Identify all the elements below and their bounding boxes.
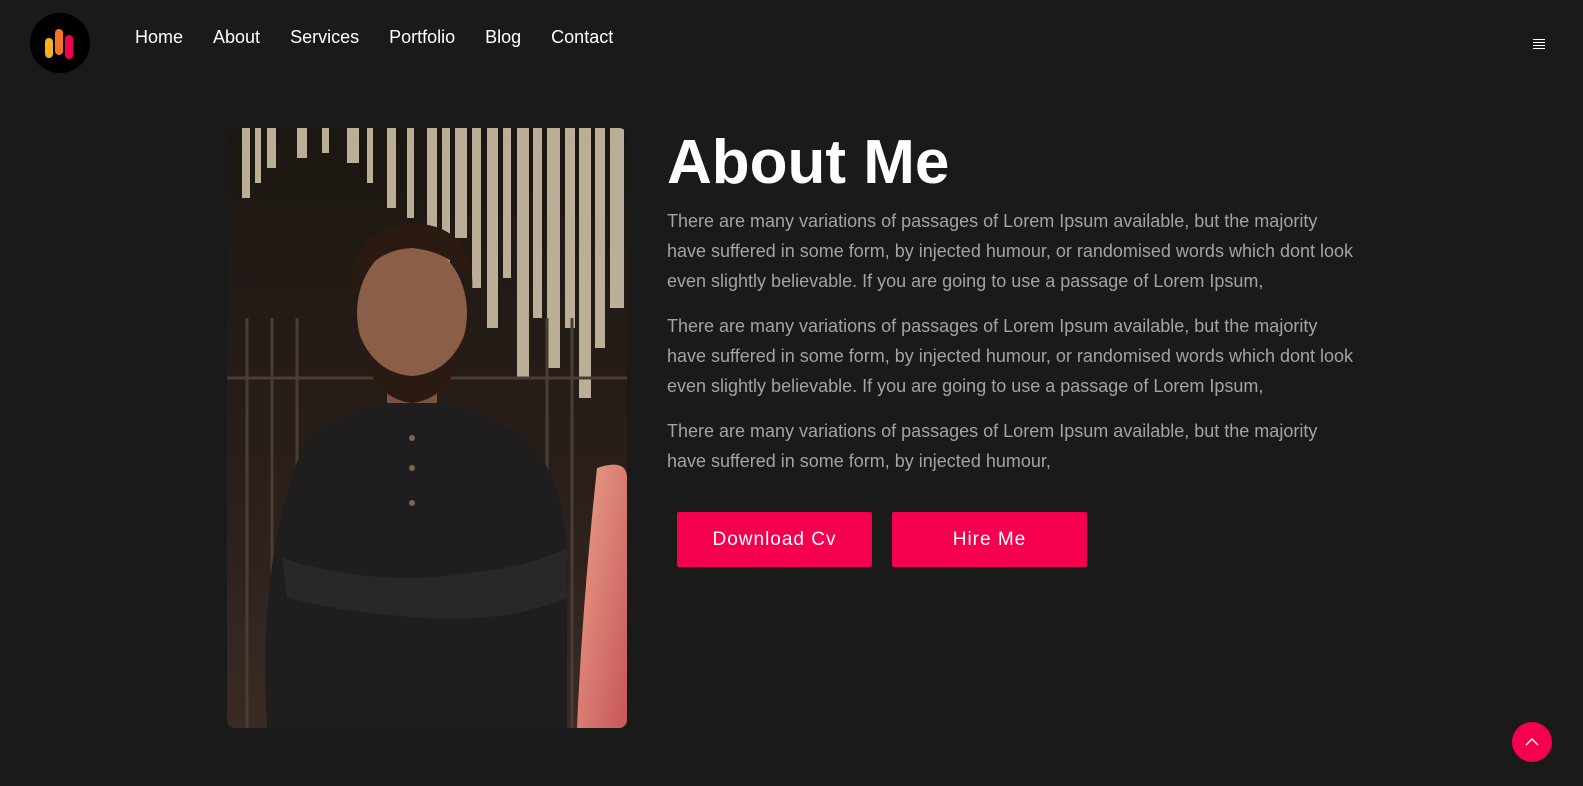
portrait-illustration: [227, 128, 627, 728]
nav-blog[interactable]: Blog: [485, 27, 521, 47]
chevron-up-icon: [1525, 738, 1539, 746]
about-paragraph-2: There are many variations of passages of…: [667, 316, 1354, 396]
nav-portfolio[interactable]: Portfolio: [389, 27, 455, 47]
hire-me-button[interactable]: Hire Me: [892, 512, 1087, 567]
about-paragraph-1: There are many variations of passages of…: [667, 211, 1354, 291]
download-cv-button[interactable]: Download Cv: [677, 512, 872, 567]
about-content: About Me There are many variations of pa…: [667, 128, 1367, 491]
nav-about[interactable]: About: [213, 27, 260, 47]
nav-services[interactable]: Services: [290, 27, 359, 47]
scroll-to-top-button[interactable]: [1512, 722, 1552, 762]
nav-home[interactable]: Home: [135, 27, 183, 47]
nav-contact[interactable]: Contact: [551, 27, 613, 47]
profile-photo: [227, 128, 627, 728]
logo-bar-yellow: [45, 38, 53, 58]
site-logo[interactable]: [30, 13, 90, 73]
hamburger-icon[interactable]: [1533, 39, 1545, 49]
about-paragraph-3: There are many variations of passages of…: [667, 421, 1318, 471]
logo-bar-pink: [65, 35, 73, 59]
about-page: Home About Services Portfolio Blog Conta…: [0, 0, 1583, 786]
main-nav: Home About Services Portfolio Blog Conta…: [135, 26, 613, 48]
logo-bar-orange: [55, 29, 63, 55]
page-title: About Me: [667, 128, 950, 197]
